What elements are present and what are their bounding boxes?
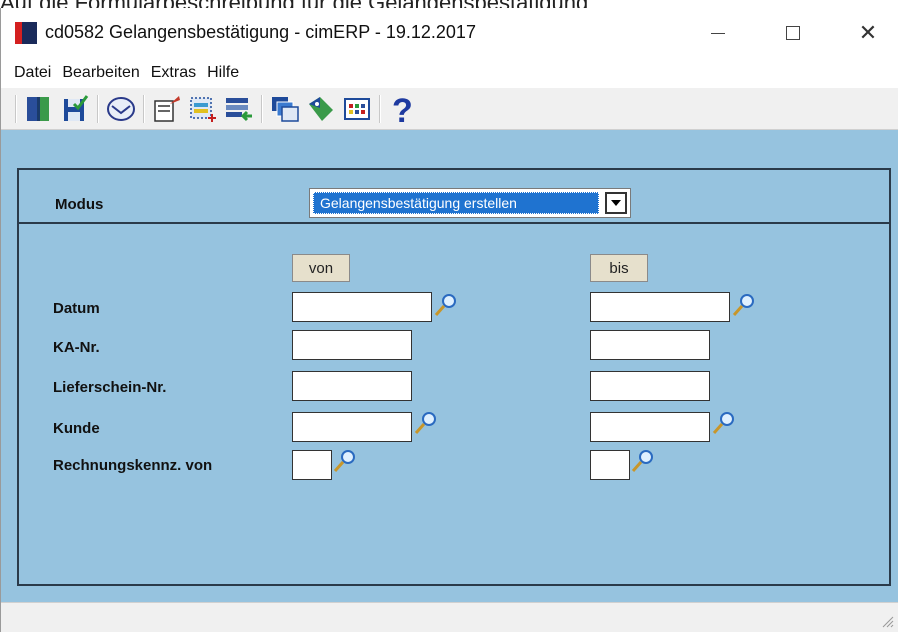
menu-bar: Datei Bearbeiten Extras Hilfe bbox=[1, 58, 898, 88]
magnifier-icon[interactable] bbox=[711, 410, 737, 436]
kunde-from-input[interactable] bbox=[292, 412, 412, 442]
ka-nr-to-input[interactable] bbox=[590, 330, 710, 360]
app-logo-icon bbox=[15, 22, 37, 44]
magnifier-icon[interactable] bbox=[413, 410, 439, 436]
toolbar: ? bbox=[1, 88, 898, 130]
datum-to-input[interactable] bbox=[590, 292, 730, 322]
toolbar-separator bbox=[261, 94, 263, 123]
filter-panel bbox=[17, 222, 891, 586]
edit-form-icon[interactable] bbox=[149, 91, 185, 127]
tag-icon[interactable] bbox=[303, 91, 339, 127]
title-bar[interactable]: cd0582 Gelangensbestätigung - cimERP - 1… bbox=[1, 8, 898, 58]
modus-panel: Modus Gelangensbestätigung erstellen bbox=[17, 168, 891, 224]
row-label-rechnungskennz: Rechnungskennz. von bbox=[53, 457, 213, 474]
exit-icon[interactable] bbox=[21, 91, 57, 127]
ka-nr-from-input[interactable] bbox=[292, 330, 412, 360]
main-content: Modus Gelangensbestätigung erstellen von… bbox=[1, 130, 898, 602]
datum-from-input[interactable] bbox=[292, 292, 432, 322]
help-icon[interactable]: ? bbox=[385, 91, 421, 127]
kunde-to-input[interactable] bbox=[590, 412, 710, 442]
menu-item-hilfe[interactable]: Hilfe bbox=[207, 64, 239, 82]
toolbar-separator bbox=[143, 94, 145, 123]
close-button[interactable]: ✕ bbox=[838, 8, 898, 58]
save-icon[interactable] bbox=[57, 91, 93, 127]
rechnungskennz-from-input[interactable] bbox=[292, 450, 332, 480]
maximize-icon bbox=[786, 26, 800, 40]
magnifier-icon[interactable] bbox=[433, 292, 459, 318]
row-label-lieferschein-nr: Lieferschein-Nr. bbox=[53, 379, 167, 396]
maximize-button[interactable] bbox=[763, 8, 823, 58]
resize-grip-icon[interactable] bbox=[880, 614, 894, 628]
mail-icon[interactable] bbox=[103, 91, 139, 127]
modus-label: Modus bbox=[55, 196, 104, 213]
lieferschein-nr-to-input[interactable] bbox=[590, 371, 710, 401]
new-record-icon[interactable] bbox=[185, 91, 221, 127]
toolbar-separator bbox=[97, 94, 99, 123]
magnifier-icon[interactable] bbox=[731, 292, 757, 318]
chevron-down-icon[interactable] bbox=[605, 192, 627, 214]
grid-icon[interactable] bbox=[339, 91, 375, 127]
modus-selected-value: Gelangensbestätigung erstellen bbox=[313, 192, 599, 214]
menu-item-extras[interactable]: Extras bbox=[151, 64, 196, 82]
modus-select[interactable]: Gelangensbestätigung erstellen bbox=[309, 188, 631, 218]
rechnungskennz-to-input[interactable] bbox=[590, 450, 630, 480]
toolbar-separator bbox=[15, 94, 17, 123]
windows-icon[interactable] bbox=[267, 91, 303, 127]
import-icon[interactable] bbox=[221, 91, 257, 127]
minimize-icon bbox=[711, 32, 725, 34]
menu-item-datei[interactable]: Datei bbox=[14, 64, 51, 82]
window-title: cd0582 Gelangensbestätigung - cimERP - 1… bbox=[45, 22, 476, 42]
toolbar-separator bbox=[379, 94, 381, 123]
application-window: cd0582 Gelangensbestätigung - cimERP - 1… bbox=[0, 8, 898, 632]
lieferschein-nr-from-input[interactable] bbox=[292, 371, 412, 401]
magnifier-icon[interactable] bbox=[630, 448, 656, 474]
svg-text:?: ? bbox=[392, 92, 413, 126]
row-label-ka-nr: KA-Nr. bbox=[53, 339, 100, 356]
menu-item-bearbeiten[interactable]: Bearbeiten bbox=[62, 64, 139, 82]
close-icon: ✕ bbox=[858, 20, 878, 45]
from-column-header: von bbox=[292, 254, 350, 282]
minimize-button[interactable] bbox=[688, 8, 748, 58]
row-label-kunde: Kunde bbox=[53, 420, 100, 437]
magnifier-icon[interactable] bbox=[332, 448, 358, 474]
to-column-header: bis bbox=[590, 254, 648, 282]
status-bar bbox=[1, 602, 898, 632]
row-label-datum: Datum bbox=[53, 300, 100, 317]
